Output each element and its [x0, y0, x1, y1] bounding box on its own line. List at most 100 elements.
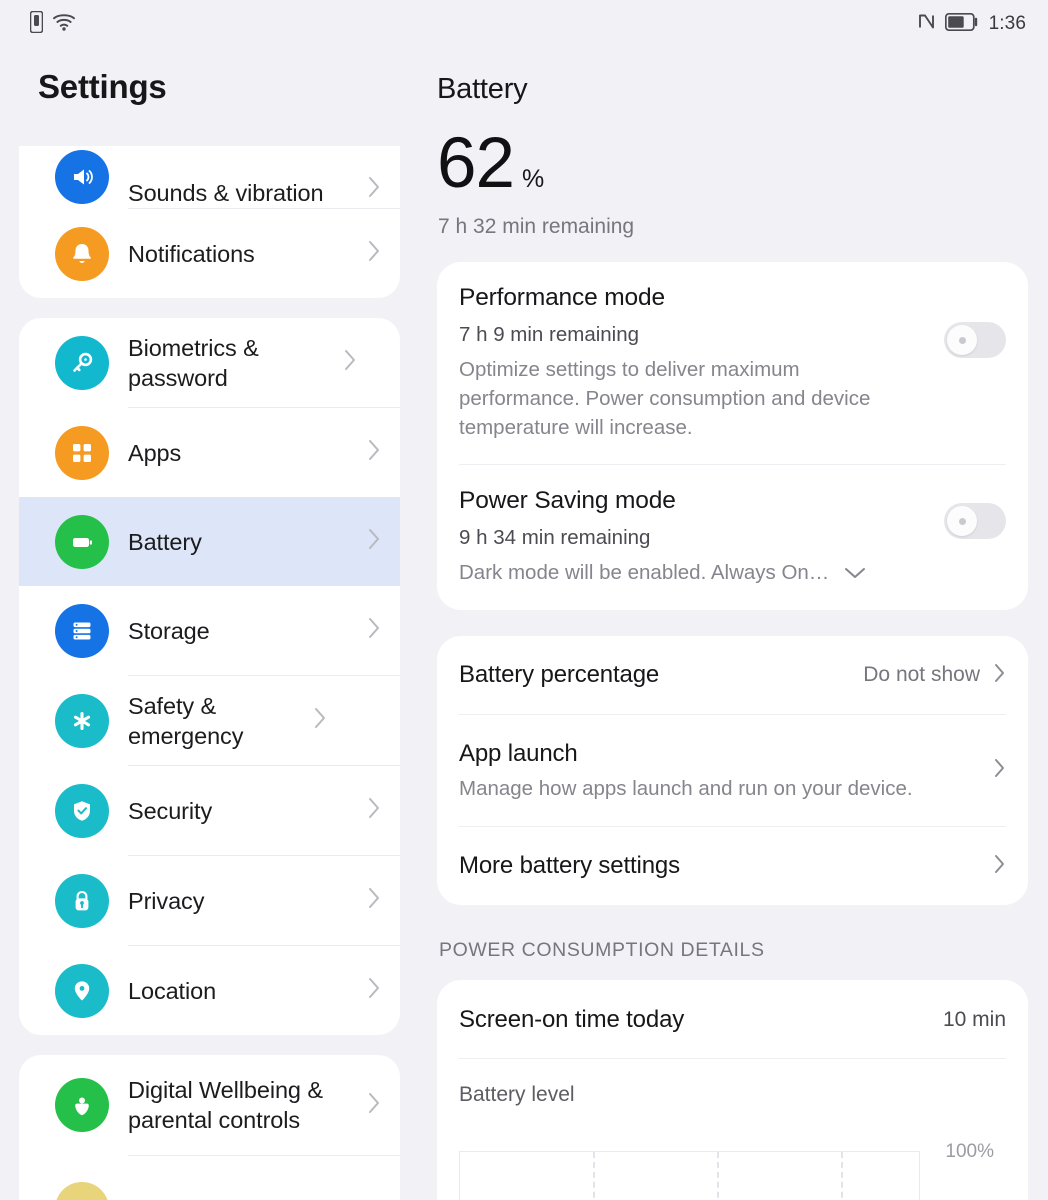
sidebar-item-label: Location	[128, 977, 217, 1004]
performance-mode-row-wrap: Performance mode 7 h 9 min remaining Opt…	[437, 262, 1028, 464]
content-body: Settings Sounds & vibration Notification…	[0, 48, 1048, 1200]
sidebar-item-label: Sounds & vibration	[128, 180, 324, 206]
screen-on-time-row[interactable]: Screen-on time today 10 min	[437, 980, 1028, 1058]
battery-percent-value: 62	[437, 124, 515, 203]
wifi-icon	[52, 12, 76, 36]
power-saving-row-wrap: Power Saving mode 9 h 34 min remaining D…	[437, 465, 1028, 610]
status-bar-left	[29, 10, 76, 38]
asterisk-icon	[55, 693, 109, 748]
sidebar-item-label: Battery	[128, 528, 202, 555]
chevron-right-icon	[367, 616, 381, 645]
chevron-right-icon	[313, 706, 327, 735]
sidebar-group-3: Digital Wellbeing & parental controls	[19, 1055, 400, 1200]
sidebar-item-partial[interactable]	[19, 1156, 400, 1200]
sim-card-icon	[29, 10, 44, 38]
power-consumption-card: Screen-on time today 10 min Battery leve…	[437, 980, 1028, 1200]
chevron-right-icon	[367, 175, 381, 204]
sidebar-item-security[interactable]: Security	[19, 766, 400, 855]
battery-percentage-row[interactable]: Battery percentage Do not show	[437, 636, 1028, 714]
more-battery-settings-row[interactable]: More battery settings	[437, 827, 1028, 905]
sidebar-scroll-region[interactable]: Sounds & vibration Notifications Biometr…	[0, 146, 419, 1200]
sidebar-item-label: Biometrics & password	[128, 334, 259, 391]
battery-percentage-main: Battery percentage	[459, 661, 863, 689]
battery-detail-panel: Battery 62 % 7 h 32 min remaining Perfor…	[419, 48, 1048, 1200]
sidebar-item-label: Apps	[128, 439, 182, 466]
chart-gridline	[717, 1152, 720, 1200]
app-launch-main: App launch Manage how apps launch and ru…	[459, 740, 993, 801]
chevron-right-icon	[367, 239, 381, 268]
power-saving-mode-time: 9 h 34 min remaining	[459, 526, 651, 549]
power-saving-mode-toggle[interactable]	[944, 503, 1006, 539]
chevron-right-icon	[993, 853, 1006, 880]
battery-percentage-value: Do not show	[863, 663, 980, 687]
chevron-right-icon	[367, 796, 381, 825]
settings-sidebar: Settings Sounds & vibration Notification…	[0, 48, 419, 1200]
sidebar-item-storage[interactable]: Storage	[19, 586, 400, 675]
sidebar-item-battery[interactable]: Battery	[19, 497, 400, 586]
screen-on-time-value: 10 min	[942, 1008, 1006, 1032]
status-bar: 1:36	[0, 0, 1048, 48]
battery-percent-display: 62 %	[419, 106, 1048, 199]
toggle-knob	[947, 325, 977, 355]
sidebar-item-biometrics-password[interactable]: Biometrics & password	[19, 318, 400, 407]
sound-icon	[55, 150, 109, 204]
power-consumption-section-header: POWER CONSUMPTION DETAILS	[439, 939, 765, 962]
chevron-right-icon	[993, 662, 1006, 689]
percent-symbol: %	[521, 165, 545, 193]
sidebar-item-label: Digital Wellbeing & parental controls	[128, 1077, 323, 1133]
more-battery-settings-main: More battery settings	[459, 852, 993, 880]
sidebar-item-privacy[interactable]: Privacy	[19, 856, 400, 945]
chevron-right-icon	[343, 348, 357, 377]
performance-mode-toggle[interactable]	[944, 322, 1006, 358]
chevron-right-icon	[367, 976, 381, 1005]
power-saving-mode-row[interactable]: Power Saving mode 9 h 34 min remaining D…	[459, 465, 1006, 610]
sidebar-item-label: Storage	[128, 617, 210, 644]
key-icon	[55, 335, 109, 390]
battery-remaining-text: 7 h 32 min remaining	[438, 215, 635, 238]
battery-scroll-region[interactable]: Battery 62 % 7 h 32 min remaining Perfor…	[419, 48, 1048, 1200]
storage-icon	[55, 603, 109, 658]
chevron-down-icon[interactable]	[843, 559, 867, 588]
more-battery-settings-title: More battery settings	[459, 852, 680, 880]
sidebar-item-label: Privacy	[128, 887, 205, 914]
app-launch-title: App launch	[459, 740, 578, 768]
sidebar-item-digital-wellbeing[interactable]: Digital Wellbeing & parental controls	[19, 1055, 400, 1155]
battery-icon	[944, 12, 978, 36]
sidebar-group-1: Sounds & vibration Notifications	[19, 146, 400, 298]
sidebar-item-location[interactable]: Location	[19, 946, 400, 1035]
performance-mode-row[interactable]: Performance mode 7 h 9 min remaining Opt…	[459, 262, 1006, 464]
performance-mode-title: Performance mode	[459, 284, 665, 311]
sidebar-item-label: Safety & emergency	[128, 692, 244, 749]
location-pin-icon	[55, 963, 109, 1018]
power-saving-mode-title: Power Saving mode	[459, 487, 676, 514]
chevron-right-icon	[367, 527, 381, 556]
sidebar-item-safety-emergency[interactable]: Safety & emergency	[19, 676, 400, 765]
sidebar-item-notifications[interactable]: Notifications	[19, 209, 400, 298]
sidebar-group-2: Biometrics & password Apps Battery Stora…	[19, 318, 400, 1035]
status-bar-right: 1:36	[917, 12, 1026, 36]
sidebar-item-label: Security	[128, 797, 213, 824]
page-title: Settings	[38, 68, 167, 105]
performance-mode-time: 7 h 9 min remaining	[459, 323, 640, 346]
chevron-right-icon	[367, 886, 381, 915]
chart-plot-area	[459, 1151, 920, 1200]
chart-gridline	[593, 1152, 596, 1200]
status-bar-clock: 1:36	[988, 13, 1026, 34]
sidebar-item-sounds-vibration[interactable]: Sounds & vibration	[19, 146, 400, 208]
lock-icon	[55, 873, 109, 928]
chart-gridline	[840, 1152, 843, 1200]
app-launch-row[interactable]: App launch Manage how apps launch and ru…	[437, 715, 1028, 826]
chevron-right-icon	[367, 438, 381, 467]
sidebar-item-label: Notifications	[128, 240, 255, 267]
bell-icon	[55, 226, 109, 281]
power-saving-mode-description: Dark mode will be enabled. Always On…	[459, 561, 830, 584]
screen-on-time-title: Screen-on time today	[459, 1006, 685, 1034]
app-launch-description: Manage how apps launch and run on your d…	[459, 777, 913, 801]
nfc-icon	[917, 12, 936, 36]
main-page-title: Battery	[437, 73, 528, 105]
partial-icon	[55, 1182, 109, 1200]
sidebar-item-apps[interactable]: Apps	[19, 408, 400, 497]
chevron-right-icon	[993, 757, 1006, 784]
battery-modes-card: Performance mode 7 h 9 min remaining Opt…	[437, 262, 1028, 611]
wellbeing-icon	[55, 1078, 109, 1132]
